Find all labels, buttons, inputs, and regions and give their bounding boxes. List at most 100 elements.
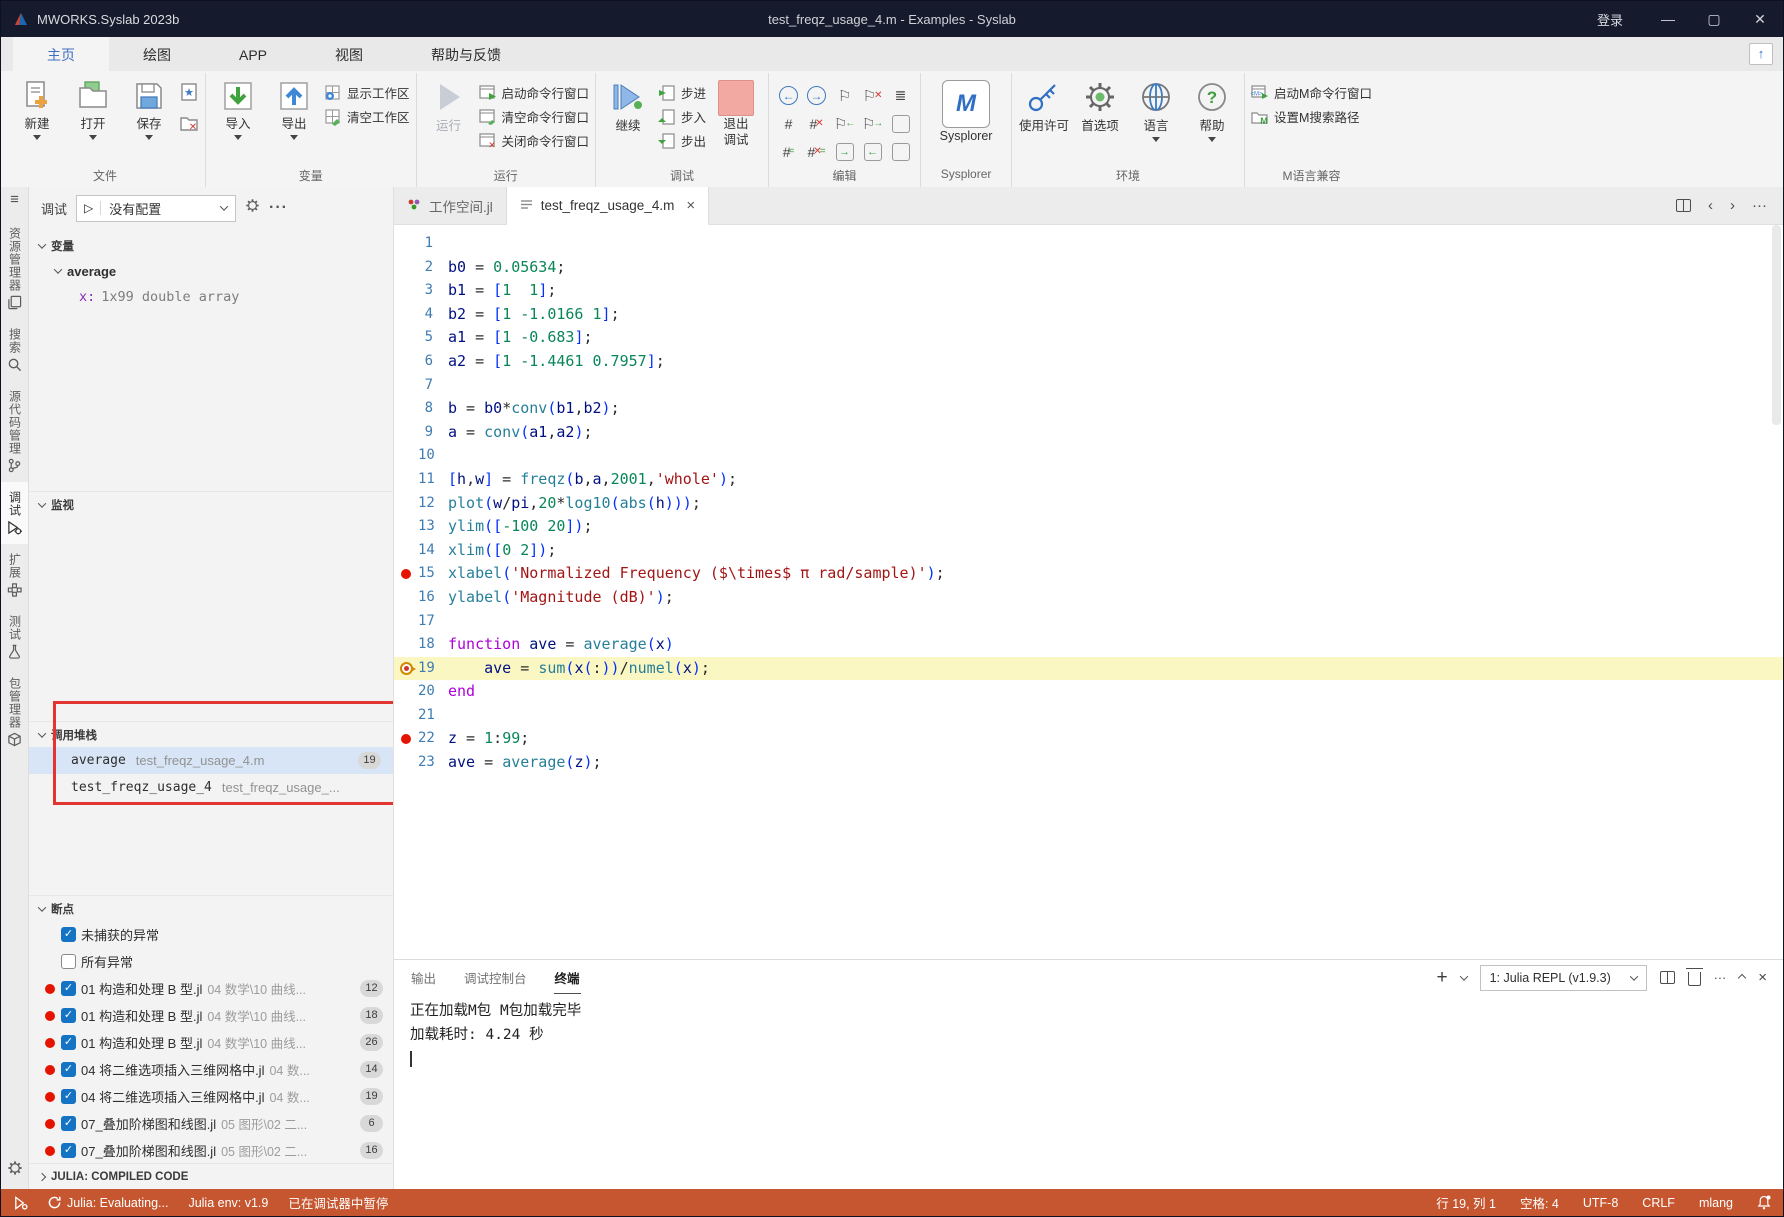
activity-item-search[interactable]: 搜索 <box>1 319 28 381</box>
checkbox[interactable]: ✓ <box>61 1035 76 1050</box>
callstack-header[interactable]: 调用堆栈 <box>29 722 393 747</box>
activity-item-source-control[interactable]: 源代码管理 <box>1 381 28 482</box>
line-col-indicator[interactable]: 行 19, 列 1 <box>1436 1193 1496 1212</box>
run-button[interactable]: 运行 <box>423 78 475 134</box>
minimize-button[interactable]: — <box>1645 1 1691 37</box>
indent-left-icon[interactable]: ← <box>859 138 886 165</box>
nav-back-icon[interactable]: ← <box>775 82 802 109</box>
close-tab-icon[interactable]: × <box>686 197 695 214</box>
collapse-ribbon-button[interactable]: ↑ <box>1749 43 1773 65</box>
close-workspace-icon[interactable]: ✕ <box>179 113 199 138</box>
more-actions-icon[interactable]: ··· <box>269 199 288 217</box>
ribbon-tab-主页[interactable]: 主页 <box>13 37 109 71</box>
panel-more-actions-icon[interactable]: ··· <box>1714 971 1727 985</box>
indentation-indicator[interactable]: 空格: 4 <box>1520 1193 1559 1212</box>
breakpoint-row[interactable]: ✓07_叠加阶梯图和线图.jl05 图形\02 二...6 <box>29 1110 393 1137</box>
breakpoints-header[interactable]: 断点 <box>29 896 393 921</box>
callstack-frame[interactable]: averagetest_freqz_usage_4.m19 <box>29 747 393 774</box>
maximize-button[interactable]: ▢ <box>1691 1 1737 37</box>
checkbox[interactable]: ✓ <box>61 1143 76 1158</box>
breakpoint-icon[interactable] <box>394 562 418 586</box>
debugger-paused-status[interactable]: 已在调试器中暂停 <box>288 1193 388 1212</box>
exception-breakpoint-row[interactable]: 所有异常 <box>29 948 393 975</box>
help-button[interactable]: ? 帮助 <box>1186 78 1238 142</box>
start-m-repl-button[interactable]: <M> 启动M命令行窗口 <box>1251 82 1372 103</box>
comment-toggle-icon[interactable]: # <box>775 110 802 137</box>
export-button[interactable]: 导出 <box>268 78 320 140</box>
panel-tab-输出[interactable]: 输出 <box>410 962 437 994</box>
save-button[interactable]: 保存 <box>123 78 175 140</box>
exception-breakpoint-row[interactable]: ✓未捕获的异常 <box>29 921 393 948</box>
checkbox[interactable]: ✓ <box>61 1116 76 1131</box>
panel-tab-终端[interactable]: 终端 <box>554 962 581 994</box>
bookmark-icon[interactable]: ⚐ <box>831 82 858 109</box>
close-panel-icon[interactable]: × <box>1758 969 1767 986</box>
variables-header[interactable]: 变量 <box>29 233 393 258</box>
nav-forward-icon[interactable]: → <box>803 82 830 109</box>
step-over-button[interactable]: 步进 <box>658 82 706 103</box>
license-button[interactable]: 使用许可 <box>1018 78 1070 134</box>
open-button[interactable]: 打开 <box>67 78 119 140</box>
new-button[interactable]: 新建 <box>11 78 63 140</box>
language-mode-indicator[interactable]: mlang <box>1699 1196 1733 1210</box>
uncomment-icon[interactable]: #✕ <box>803 110 830 137</box>
variables-scope-row[interactable]: average <box>29 258 393 284</box>
favorite-script-icon[interactable]: ★ <box>179 82 199 107</box>
close-button[interactable]: ✕ <box>1737 1 1783 37</box>
language-button[interactable]: 语言 <box>1130 78 1182 142</box>
ribbon-tab-视图[interactable]: 视图 <box>301 37 397 71</box>
debug-config-dropdown[interactable]: ▷ 没有配置 <box>76 195 236 222</box>
checkbox[interactable]: ✓ <box>61 1008 76 1023</box>
checkbox[interactable]: ✓ <box>61 1062 76 1077</box>
variable-row[interactable]: x:1x99 double array <box>29 284 393 310</box>
start-debug-icon[interactable]: ▷ <box>77 201 101 215</box>
clear-repl-button[interactable]: 清空命令行窗口 <box>479 106 590 127</box>
login-button[interactable]: 登录 <box>1575 10 1645 29</box>
manage-gear-icon[interactable] <box>7 1160 23 1181</box>
start-repl-button[interactable]: 启动命令行窗口 <box>479 82 590 103</box>
encoding-indicator[interactable]: UTF-8 <box>1583 1196 1618 1210</box>
preferences-button[interactable]: 首选项 <box>1074 78 1126 134</box>
debug-status-icon[interactable] <box>13 1196 28 1210</box>
current-statement-icon[interactable] <box>394 657 418 681</box>
menu-icon[interactable]: ≡ <box>10 191 19 208</box>
comment-block-icon[interactable]: #= <box>775 138 802 165</box>
activity-item-package[interactable]: 包管理器 <box>1 668 28 756</box>
nav-forward-icon[interactable]: › <box>1730 197 1735 214</box>
kill-terminal-icon[interactable] <box>1688 972 1701 986</box>
panel-tab-调试控制台[interactable]: 调试控制台 <box>463 962 528 994</box>
checkbox[interactable]: ✓ <box>61 1089 76 1104</box>
nav-back-icon[interactable]: ‹ <box>1708 197 1713 214</box>
step-out-button[interactable]: 步出 <box>658 130 706 151</box>
breakpoint-row[interactable]: ✓04 将二维选项插入三维网格中.jl04 数...14 <box>29 1056 393 1083</box>
activity-item-extensions[interactable]: 扩展 <box>1 544 28 606</box>
notifications-bell-icon[interactable] <box>1757 1195 1771 1210</box>
debug-settings-gear-icon[interactable] <box>245 198 260 218</box>
split-editor-icon[interactable] <box>1676 199 1691 212</box>
bookmark-clear-icon[interactable]: ⚐✕ <box>859 82 886 109</box>
clear-workspace-button[interactable]: 清空工作区 <box>324 106 410 127</box>
activity-item-debug[interactable]: 调试 <box>1 482 28 544</box>
indent-right-icon[interactable]: → <box>831 138 858 165</box>
activity-item-explorer[interactable]: 资源管理器 <box>1 218 28 319</box>
uncomment-block-icon[interactable]: #✕= <box>803 138 830 165</box>
breakpoint-row[interactable]: ✓04 将二维选项插入三维网格中.jl04 数...19 <box>29 1083 393 1110</box>
breakpoint-row[interactable]: ✓01 构造和处理 B 型.jl04 数学\10 曲线...12 <box>29 975 393 1002</box>
breakpoint-row[interactable]: ✓01 构造和处理 B 型.jl04 数学\10 曲线...26 <box>29 1029 393 1056</box>
stop-debug-button[interactable]: 退出调试 <box>710 78 762 148</box>
eol-indicator[interactable]: CRLF <box>1642 1196 1675 1210</box>
sysplorer-button[interactable]: M Sysplorer <box>927 78 1005 143</box>
step-into-button[interactable]: 步入 <box>658 106 706 127</box>
checkbox[interactable]: ✓ <box>61 981 76 996</box>
editor-more-actions-icon[interactable]: ··· <box>1752 197 1767 214</box>
code-editor[interactable]: 12b0 = 0.05634;3b1 = [1 1];4b2 = [1 -1.0… <box>394 225 1783 959</box>
breakpoint-row[interactable]: ✓01 构造和处理 B 型.jl04 数学\10 曲线...18 <box>29 1002 393 1029</box>
split-terminal-icon[interactable] <box>1660 971 1675 984</box>
julia-env[interactable]: Julia env: v1.9 <box>188 1196 268 1210</box>
activity-item-test[interactable]: 测试 <box>1 606 28 668</box>
ribbon-tab-APP[interactable]: APP <box>205 37 301 71</box>
julia-status[interactable]: Julia: Evaluating... <box>48 1196 168 1210</box>
outline-icon[interactable]: ≣ <box>887 82 914 109</box>
new-terminal-icon[interactable]: + <box>1437 968 1448 987</box>
checkbox[interactable] <box>61 954 76 969</box>
